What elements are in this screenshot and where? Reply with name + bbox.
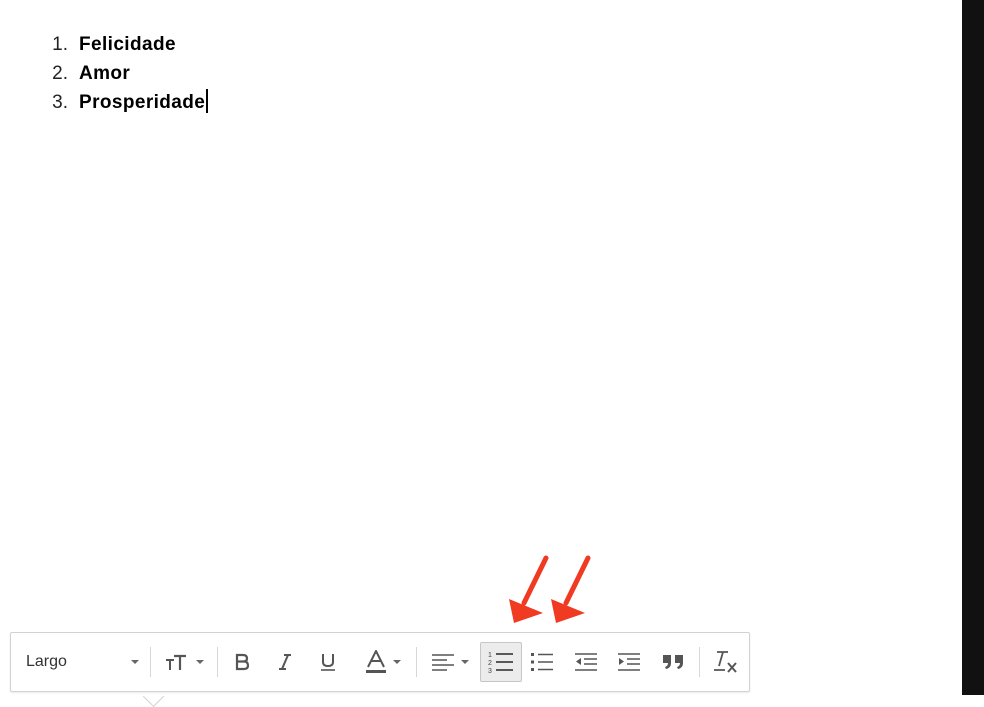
svg-text:2: 2: [488, 660, 492, 667]
text-cursor: [206, 88, 208, 113]
list-item[interactable]: 1. Felicidade: [40, 30, 208, 59]
list-item[interactable]: 3. Prosperidade: [40, 88, 208, 117]
list-item-text: Felicidade: [79, 34, 176, 55]
toolbar-divider: [416, 647, 417, 677]
annotation-arrow-icon: [509, 555, 549, 623]
list-item-text: Amor: [79, 63, 131, 84]
list-item-number: 1.: [52, 34, 68, 55]
quote-icon: [663, 655, 683, 669]
numbered-list: 1. Felicidade 2. Amor 3. Prosperidade: [40, 30, 208, 117]
chevron-down-icon: [196, 660, 204, 664]
bulleted-list-button[interactable]: [524, 642, 560, 682]
remove-formatting-icon: [714, 651, 737, 673]
underline-icon: [321, 654, 335, 671]
numbered-list-icon: 1 2 3: [488, 652, 513, 674]
text-color-icon: [366, 650, 386, 673]
indent-less-icon: [575, 653, 597, 671]
bold-button[interactable]: [225, 642, 259, 682]
quote-button[interactable]: [656, 642, 692, 682]
align-left-icon: [432, 654, 454, 671]
italic-icon: [279, 654, 291, 670]
indent-less-button[interactable]: [568, 642, 604, 682]
toolbar-divider: [150, 647, 151, 677]
formatting-toolbar: Largo 1 2 3: [10, 632, 750, 692]
list-item-number: 3.: [52, 92, 68, 113]
remove-formatting-button[interactable]: [705, 642, 745, 682]
chevron-down-icon: [461, 660, 469, 664]
italic-button[interactable]: [268, 642, 302, 682]
svg-text:1: 1: [488, 652, 492, 659]
font-size-button[interactable]: [157, 642, 211, 682]
bold-icon: [235, 653, 250, 671]
underline-button[interactable]: [311, 642, 345, 682]
font-family-select[interactable]: Largo: [17, 642, 145, 682]
message-body-editor[interactable]: 1. Felicidade 2. Amor 3. Prosperidade: [0, 0, 962, 695]
list-item[interactable]: 2. Amor: [40, 59, 208, 88]
svg-text:3: 3: [488, 668, 492, 674]
text-size-icon: [166, 654, 186, 670]
list-item-text: Prosperidade: [79, 92, 206, 113]
toolbar-divider: [217, 647, 218, 677]
window-edge: [962, 0, 984, 695]
font-family-label: Largo: [26, 653, 67, 670]
toolbar-divider: [699, 647, 700, 677]
align-button[interactable]: [423, 642, 477, 682]
indent-more-icon: [618, 653, 640, 671]
indent-more-button[interactable]: [611, 642, 647, 682]
numbered-list-button[interactable]: 1 2 3: [480, 642, 522, 682]
chevron-down-icon: [131, 660, 139, 664]
text-color-button[interactable]: [356, 642, 410, 682]
annotation-arrow-icon: [551, 555, 591, 623]
chevron-down-icon: [393, 660, 401, 664]
bulleted-list-icon: [531, 653, 553, 671]
list-item-number: 2.: [52, 63, 68, 84]
